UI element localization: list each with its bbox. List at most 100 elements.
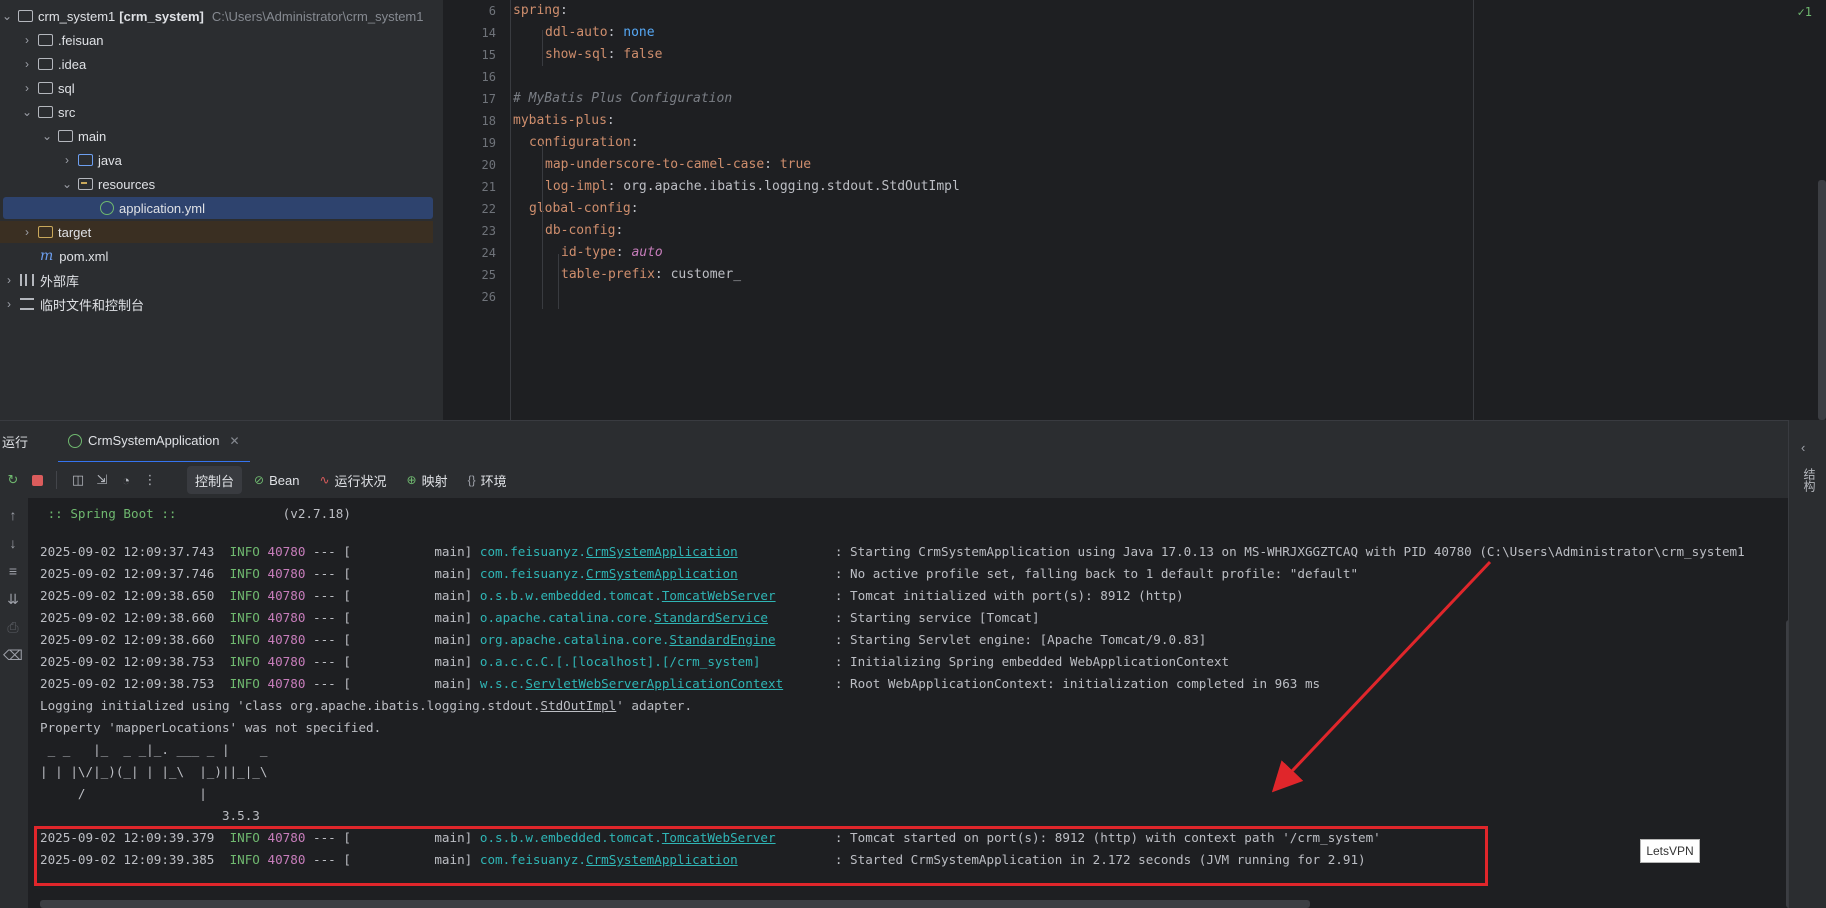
subtab-mappings[interactable]: ⊕ 映射 xyxy=(399,466,456,494)
log-message: : No active profile set, falling back to… xyxy=(834,566,1359,581)
mybatis-banner-line: 3.5.3 xyxy=(40,808,260,823)
console-horizontal-scrollbar[interactable] xyxy=(40,900,1310,908)
tree-item-resources[interactable]: ⌄ resources xyxy=(0,173,433,195)
tree-item-label: .feisuan xyxy=(58,32,104,48)
tree-item-label: main xyxy=(78,128,107,144)
subtab-console[interactable]: 控制台 xyxy=(187,466,243,494)
tree-item-src[interactable]: ⌄ src xyxy=(0,101,433,123)
code-line: # MyBatis Plus Configuration xyxy=(513,88,732,110)
source-folder-icon xyxy=(78,154,93,166)
subtab-bean[interactable]: ⊘ Bean xyxy=(246,466,307,494)
chevron-right-icon[interactable]: › xyxy=(20,33,34,47)
log-message: : Starting CrmSystemApplication using Ja… xyxy=(834,544,1745,559)
logger-class: ServletWebServerApplicationContext xyxy=(525,676,784,691)
logger-class: TomcatWebServer xyxy=(661,588,776,603)
logger-class: StandardService xyxy=(654,610,768,625)
spring-config-icon xyxy=(100,201,114,215)
tree-item-label: target xyxy=(58,224,92,240)
log-plain-line: Logging initialized using 'class org.apa… xyxy=(40,695,692,717)
run-tool-window-header: 运行 CrmSystemApplication ✕ xyxy=(0,420,1826,463)
log-timestamp: 2025-09-02 12:09:38.753 xyxy=(40,676,215,691)
soft-wrap-icon[interactable]: ≡ xyxy=(2,560,24,582)
chevron-right-icon[interactable]: › xyxy=(20,81,34,95)
chevron-down-icon[interactable]: ⌄ xyxy=(20,105,34,119)
arrow-up-icon[interactable]: ↑ xyxy=(2,504,24,526)
chevron-right-icon[interactable]: › xyxy=(20,57,34,71)
log-timestamp: 2025-09-02 12:09:38.753 xyxy=(40,654,215,669)
log-logger[interactable]: org.apache.catalina.core.StandardEngine xyxy=(480,629,835,651)
yaml-punct: : xyxy=(654,267,671,282)
log-separator: --- [ xyxy=(313,544,351,559)
tree-root[interactable]: ⌄ crm_system1 [crm_system] C:\Users\Admi… xyxy=(0,5,433,27)
chevron-left-icon[interactable]: ‹ xyxy=(1801,440,1805,455)
more-icon[interactable]: ⋮ xyxy=(139,469,161,491)
tree-item-java[interactable]: › java xyxy=(0,149,433,171)
log-separator: --- [ xyxy=(313,566,351,581)
chevron-right-icon[interactable]: › xyxy=(2,273,16,287)
tree-item-pom[interactable]: m pom.xml xyxy=(0,245,433,267)
log-logger[interactable]: o.a.c.c.C.[.[localhost].[/crm_system] xyxy=(480,651,835,673)
code-editor[interactable]: 6 14 15 16 17 18 19 20 21 22 23 24 25 26 spring: ddl-a… xyxy=(445,0,1826,420)
close-icon[interactable]: ✕ xyxy=(230,434,240,448)
arrow-down-icon[interactable]: ↓ xyxy=(2,532,24,554)
log-pid: 40780 xyxy=(267,610,306,625)
yaml-value: auto xyxy=(631,245,663,260)
log-logger[interactable]: o.s.b.w.embedded.tomcat.TomcatWebServer xyxy=(480,585,835,607)
line-number: 25 xyxy=(481,268,496,282)
chevron-right-icon[interactable]: › xyxy=(20,225,34,239)
tree-item-label: 临时文件和控制台 xyxy=(40,297,145,313)
tree-item-idea[interactable]: › .idea xyxy=(0,53,433,75)
folder-icon xyxy=(38,58,53,70)
mappings-icon: ⊕ xyxy=(406,473,417,487)
log-timestamp: 2025-09-02 12:09:37.746 xyxy=(40,566,215,581)
run-tab-crm[interactable]: CrmSystemApplication ✕ xyxy=(58,421,250,463)
log-logger[interactable]: o.apache.catalina.core.StandardService xyxy=(480,607,835,629)
camera-icon[interactable]: ◫ xyxy=(67,469,89,491)
tree-item-sql[interactable]: › sql xyxy=(0,77,433,99)
folder-icon xyxy=(58,130,73,142)
console-side-toolbar: ↑ ↓ ≡ ⇊ ⎙ ⌫ xyxy=(0,498,28,908)
root-name: crm_system1 xyxy=(38,8,116,24)
log-message: : Root WebApplicationContext: initializa… xyxy=(834,676,1321,691)
line-number: 22 xyxy=(481,202,496,216)
logger-class: CrmSystemApplication xyxy=(586,544,738,559)
stop-icon[interactable] xyxy=(26,469,48,491)
structure-label[interactable]: 结构 xyxy=(1801,468,1818,492)
chevron-down-icon[interactable]: ⌄ xyxy=(0,9,14,23)
project-tree-panel: ⌄ crm_system1 [crm_system] C:\Users\Admi… xyxy=(0,0,444,420)
gauge-icon[interactable]: ◔ xyxy=(115,469,137,491)
chevron-right-icon[interactable]: › xyxy=(2,297,16,311)
code-line: configuration: xyxy=(529,132,639,154)
subtab-environment[interactable]: {} 环境 xyxy=(460,466,515,494)
tree-item-external-libs[interactable]: › 外部库 xyxy=(0,269,433,291)
log-timestamp: 2025-09-02 12:09:38.660 xyxy=(40,632,215,647)
log-logger[interactable]: w.s.c.ServletWebServerApplicationContext xyxy=(480,673,835,695)
yaml-punct: : xyxy=(606,113,615,128)
tree-item-main[interactable]: ⌄ main xyxy=(0,125,433,147)
chevron-down-icon[interactable]: ⌄ xyxy=(60,177,74,191)
editor-scrollbar[interactable] xyxy=(1818,180,1826,420)
chevron-down-icon[interactable]: ⌄ xyxy=(40,129,54,143)
print-icon[interactable]: ⎙ xyxy=(2,616,24,638)
log-logger[interactable]: com.feisuanyz.CrmSystemApplication xyxy=(480,563,835,585)
rerun-icon[interactable]: ↻ xyxy=(2,469,24,491)
yaml-key: global-config xyxy=(529,201,631,216)
right-tool-strip: ‹ 结构 xyxy=(1788,420,1826,908)
inspection-widget[interactable]: ✓1 xyxy=(1798,5,1812,19)
tree-item-feisuan[interactable]: › .feisuan xyxy=(0,29,433,51)
tree-item-application-yml[interactable]: application.yml xyxy=(3,197,433,219)
log-thread: main] xyxy=(434,632,473,647)
log-level: INFO xyxy=(229,676,260,691)
yaml-key: id-type xyxy=(561,245,616,260)
log-pid: 40780 xyxy=(267,632,306,647)
chevron-right-icon[interactable]: › xyxy=(60,153,74,167)
tree-item-scratches[interactable]: › 临时文件和控制台 xyxy=(0,293,433,315)
tree-item-target[interactable]: › target xyxy=(0,221,433,243)
yaml-value: true xyxy=(779,157,812,172)
scroll-to-end-icon[interactable]: ⇊ xyxy=(2,588,24,610)
log-logger[interactable]: com.feisuanyz.CrmSystemApplication xyxy=(480,541,835,563)
code-line: global-config: xyxy=(529,198,639,220)
trash-icon[interactable]: ⌫ xyxy=(2,644,24,666)
exit-icon[interactable]: ⇲ xyxy=(91,469,113,491)
subtab-health[interactable]: ∿ 运行状况 xyxy=(311,466,394,494)
